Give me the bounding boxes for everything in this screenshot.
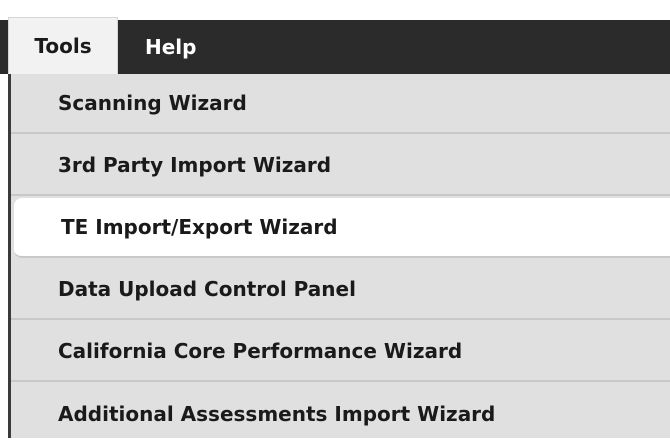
tools-dropdown-menu: Scanning Wizard 3rd Party Import Wizard … [8, 74, 670, 438]
menu-item-label: Scanning Wizard [58, 91, 247, 115]
menu-tools[interactable]: Tools [8, 17, 118, 74]
menu-help-label: Help [145, 35, 197, 59]
menu-item-label: California Core Performance Wizard [58, 339, 463, 363]
menu-item-3rd-party-import-wizard[interactable]: 3rd Party Import Wizard [11, 136, 670, 196]
menu-item-label: 3rd Party Import Wizard [58, 153, 332, 177]
menu-item-data-upload-control-panel[interactable]: Data Upload Control Panel [11, 260, 670, 320]
menu-tools-label: Tools [34, 34, 92, 58]
menu-item-scanning-wizard[interactable]: Scanning Wizard [11, 74, 670, 134]
menu-item-te-import-export-wizard[interactable]: TE Import/Export Wizard [14, 198, 670, 258]
menu-item-label: TE Import/Export Wizard [61, 215, 338, 239]
menu-item-california-core-performance-wizard[interactable]: California Core Performance Wizard [11, 322, 670, 382]
menu-item-label: Data Upload Control Panel [58, 277, 356, 301]
menu-help[interactable]: Help [145, 20, 196, 74]
menu-bar: Tools Help [0, 0, 670, 74]
menu-item-label: Additional Assessments Import Wizard [58, 402, 496, 426]
menu-item-additional-assessments-import-wizard[interactable]: Additional Assessments Import Wizard [11, 384, 670, 444]
